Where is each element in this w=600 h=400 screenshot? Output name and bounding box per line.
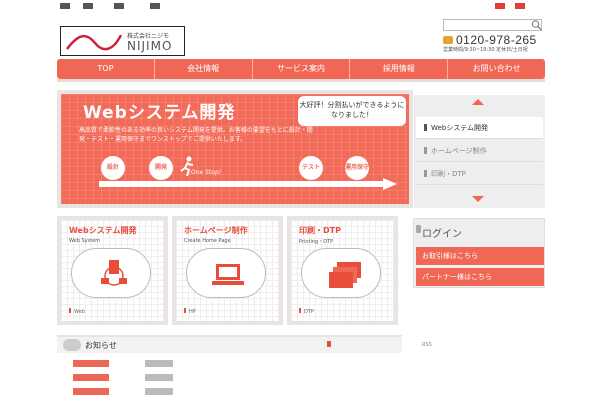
news-list-link[interactable]: [327, 341, 331, 347]
service-card-print[interactable]: 印刷・DTP Printing・DTP DTP: [287, 216, 398, 325]
side-item-label: ホームページ制作: [431, 147, 487, 155]
side-item-web-system[interactable]: Webシステム開発: [416, 117, 543, 139]
service-side-menu: Webシステム開発 ホームページ制作 印刷・DTP: [414, 95, 545, 208]
font-size-button[interactable]: [515, 3, 525, 9]
side-item-label: 印刷・DTP: [431, 170, 466, 178]
side-item-label: Webシステム開発: [431, 124, 489, 132]
site-logo[interactable]: 株式会社ニジモ NIJIMO: [60, 26, 185, 56]
logo-brand: NIJIMO: [127, 39, 173, 53]
lock-icon: [416, 225, 421, 233]
service-subtitle: Web System: [69, 238, 101, 244]
scroll-up-icon[interactable]: [472, 99, 484, 105]
step-test: テスト: [299, 156, 323, 180]
logo-swoosh-icon: [66, 34, 123, 51]
main-nav: TOP 会社情報 サービス案内 採用情報 お問い合わせ: [57, 59, 545, 79]
news-speech-icon: [63, 339, 81, 351]
utility-link[interactable]: [114, 3, 124, 9]
nav-top[interactable]: TOP: [57, 59, 155, 79]
bullet-icon: [424, 170, 427, 177]
step-design: 設計: [101, 156, 125, 180]
phone-icon: [443, 36, 453, 44]
news-text[interactable]: [145, 374, 173, 381]
documents-icon: [329, 262, 361, 288]
business-hours: 営業時間/9:30~19:30 定休日/土日祝: [443, 47, 528, 53]
service-subtitle: Printing・DTP: [299, 239, 334, 245]
scroll-down-icon[interactable]: [472, 196, 484, 202]
bullet-icon: [424, 147, 427, 154]
news-text[interactable]: [145, 388, 173, 395]
login-heading: ログイン: [422, 229, 462, 240]
service-card-homepage[interactable]: ホームページ制作 Create Home Page HP: [172, 216, 283, 325]
font-size-button[interactable]: [495, 3, 505, 9]
nav-contact[interactable]: お問い合わせ: [448, 59, 545, 79]
partner-login-button[interactable]: パートナー様はこちら: [416, 268, 544, 286]
service-card-web[interactable]: Webシステム開発 Web System Web: [57, 216, 168, 325]
client-login-button[interactable]: お取引様はこちら: [416, 247, 544, 265]
news-date: [73, 374, 109, 381]
top-utility-strip: [0, 0, 600, 14]
service-tag: Web: [69, 308, 85, 315]
utility-link[interactable]: [83, 3, 93, 9]
service-title: ホームページ制作: [184, 226, 248, 235]
hero-description: 高品質で柔軟性のある効率の良いシステム開発を提供。お客様の要望をもとに設計・開発…: [79, 127, 313, 143]
service-title: Webシステム開発: [69, 226, 137, 235]
news-title: お知らせ: [85, 341, 117, 350]
service-tag: DTP: [299, 308, 314, 315]
service-tag: HP: [184, 308, 196, 315]
utility-link[interactable]: [150, 3, 160, 9]
news-header: お知らせ RSS: [57, 335, 432, 353]
service-title: 印刷・DTP: [299, 226, 341, 235]
nav-recruit[interactable]: 採用情報: [350, 59, 449, 79]
bullet-icon: [424, 124, 427, 131]
hero-promo-bubble: 大好評！分割払いができるようになりました！: [298, 96, 406, 126]
one-stop-label: One Stop!: [191, 169, 222, 176]
step-development: 開発: [149, 156, 173, 180]
news-date: [73, 388, 109, 395]
hero-title: Webシステム開発: [83, 103, 236, 123]
side-item-print[interactable]: 印刷・DTP: [416, 163, 543, 185]
utility-link[interactable]: [60, 3, 70, 9]
side-item-homepage[interactable]: ホームページ制作: [416, 140, 543, 162]
service-subtitle: Create Home Page: [184, 238, 231, 244]
runner-icon: [180, 156, 194, 176]
rss-link[interactable]: RSS: [422, 342, 432, 348]
search-icon[interactable]: [530, 19, 543, 31]
search-input[interactable]: [443, 19, 542, 31]
login-panel: ログイン お取引様はこちら パートナー様はこちら: [413, 218, 545, 288]
server-network-icon: [101, 260, 127, 286]
step-maintenance: 運用保守: [345, 156, 369, 180]
news-text[interactable]: [145, 360, 173, 367]
nav-shadow: [57, 79, 545, 82]
process-arrow-icon: [99, 178, 397, 190]
phone-number: 0120-978-265: [456, 33, 537, 47]
nav-company[interactable]: 会社情報: [155, 59, 253, 79]
phone-contact: 0120-978-265 営業時間/9:30~19:30 定休日/土日祝: [443, 33, 545, 54]
news-date: [73, 360, 109, 367]
nav-services[interactable]: サービス案内: [253, 59, 351, 79]
hero-slide[interactable]: Webシステム開発 高品質で柔軟性のある効率の良いシステム開発を提供。お客様の要…: [57, 90, 413, 208]
laptop-icon: [212, 264, 244, 285]
